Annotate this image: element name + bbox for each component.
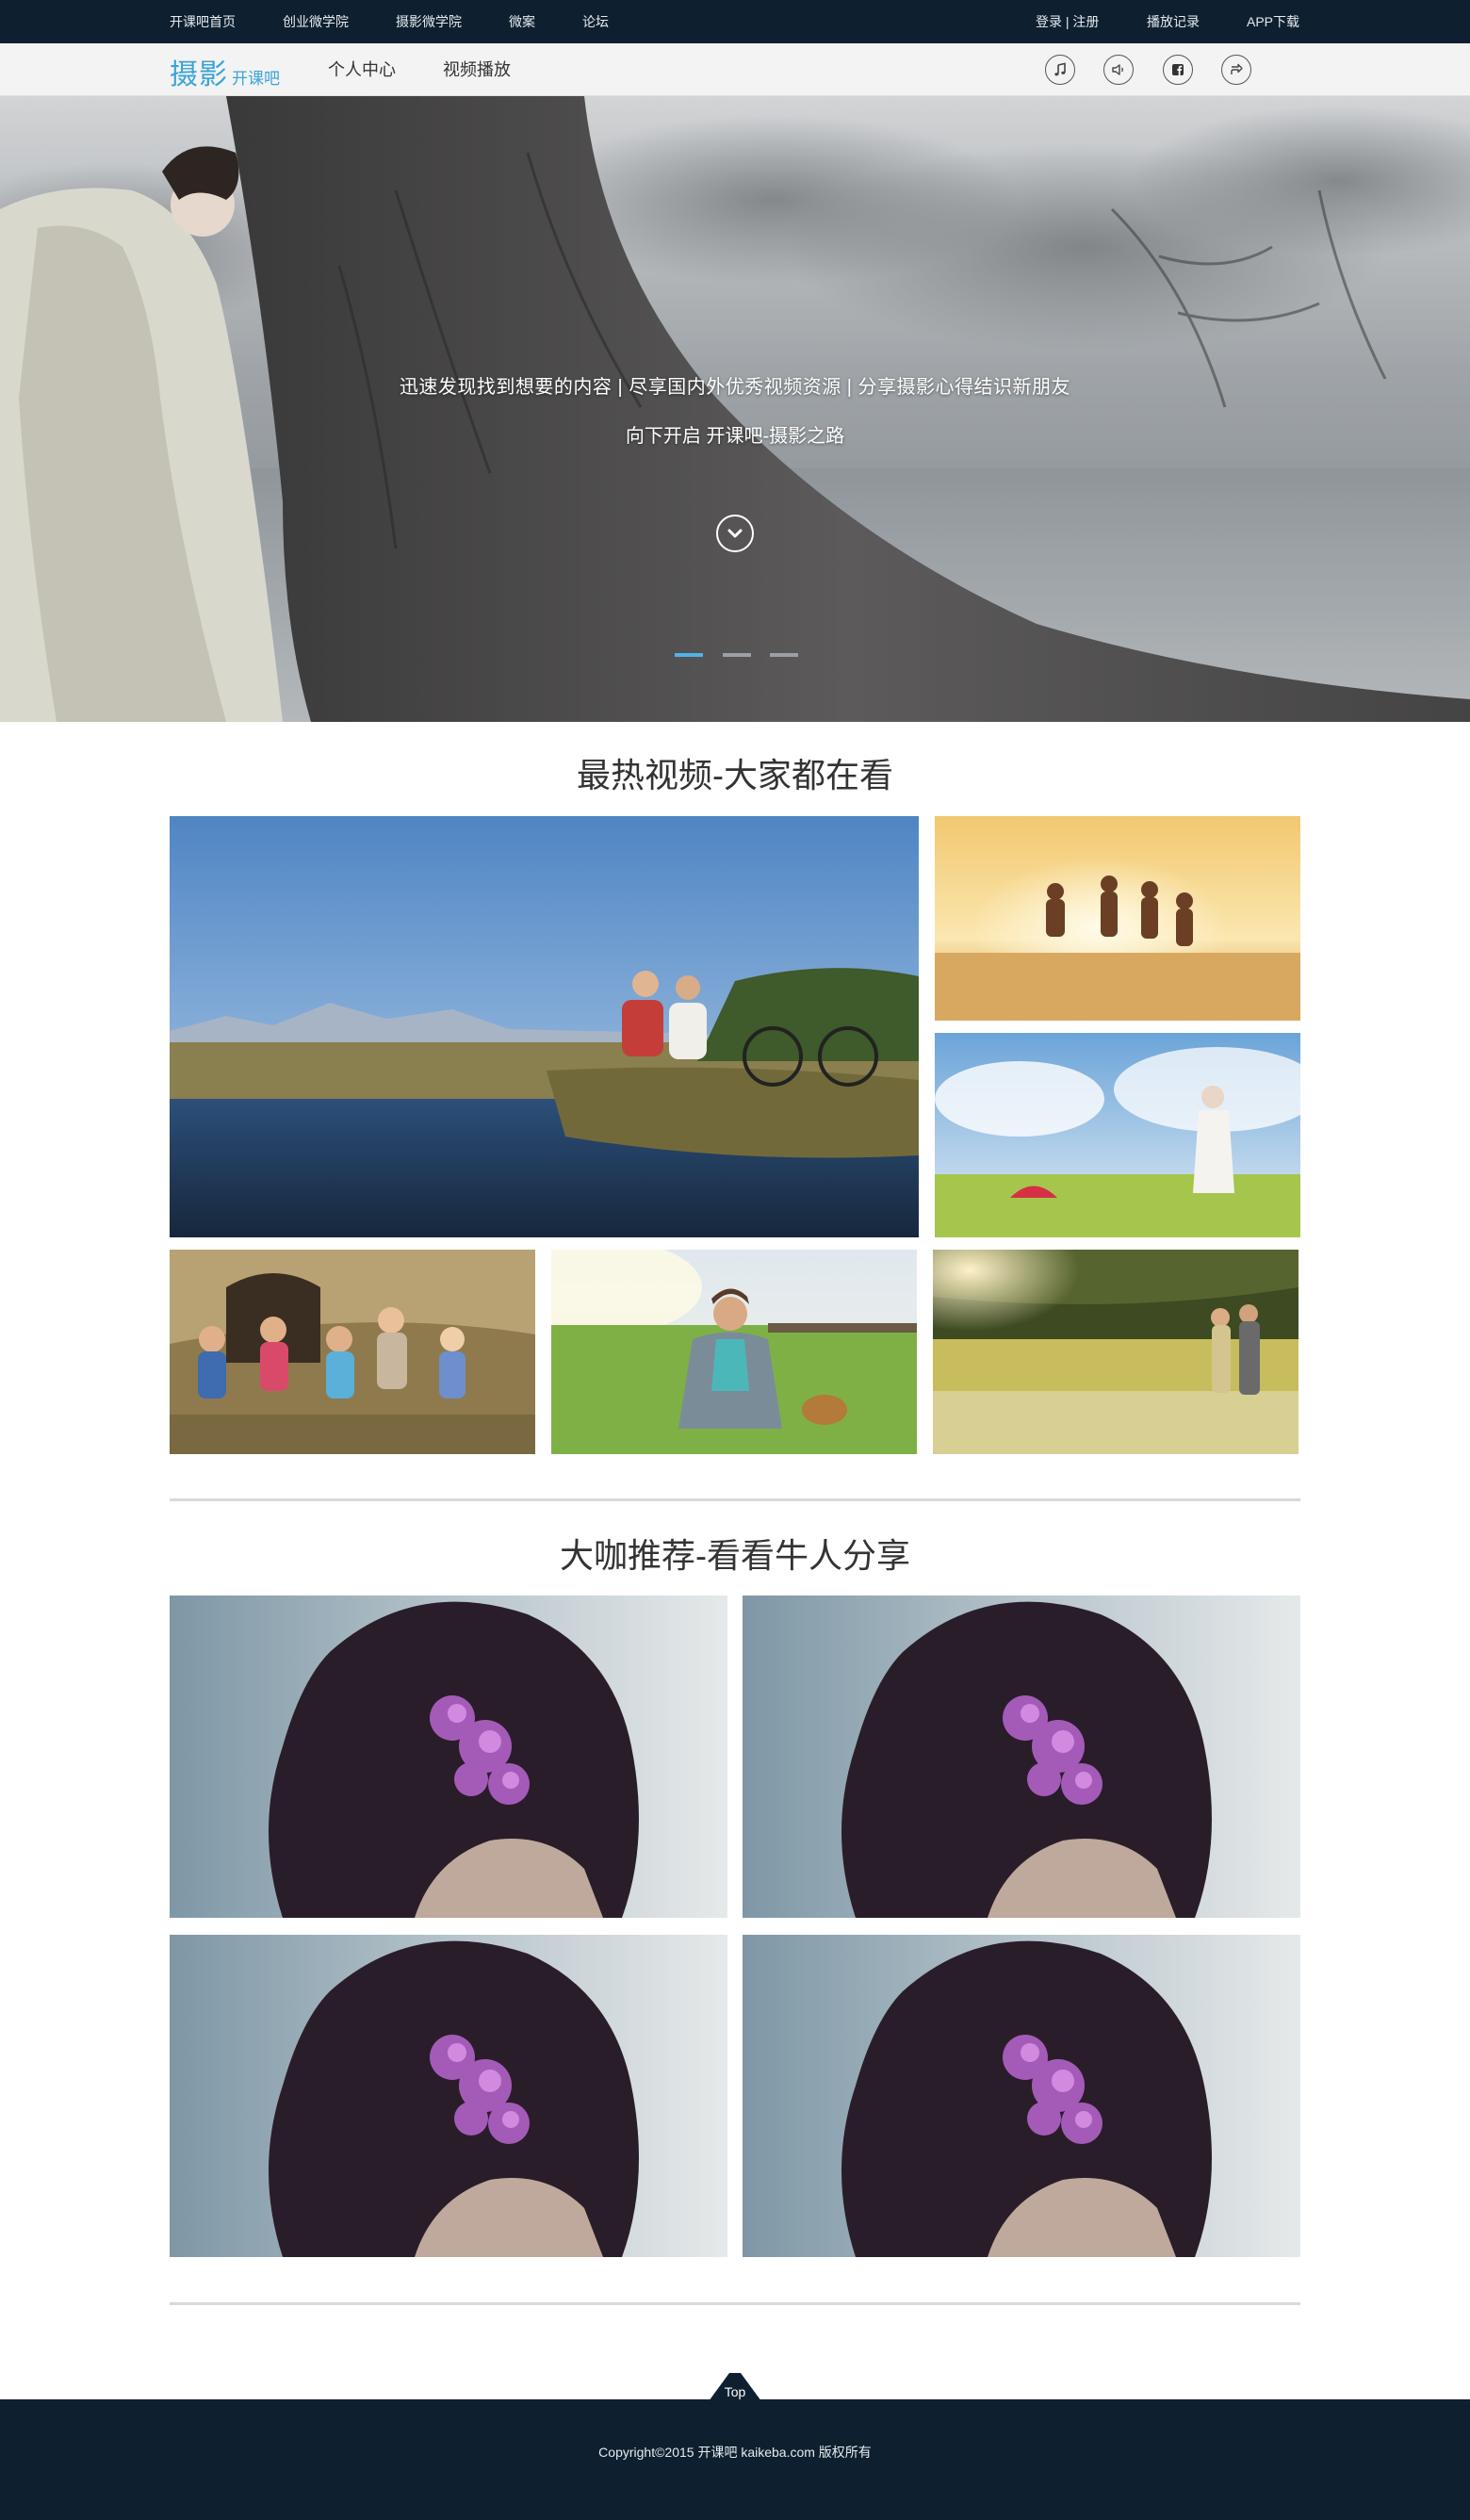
nav-link-startup-academy[interactable]: 创业微学院 <box>283 0 349 43</box>
hot-videos-title: 最热视频-大家都在看 <box>577 756 893 794</box>
slide-indicator-3[interactable] <box>770 653 798 657</box>
personal-center-link[interactable]: 个人中心 <box>328 43 396 96</box>
recommend-thumbnail-3[interactable] <box>170 1935 727 2257</box>
logo-main-text: 摄影 <box>170 58 228 91</box>
login-register-link[interactable]: 登录 | 注册 <box>1036 0 1099 43</box>
back-to-top-button[interactable]: Top <box>709 2371 761 2401</box>
slide-indicator-2[interactable] <box>723 653 751 657</box>
music-icon[interactable] <box>1045 55 1075 85</box>
copyright-text: Copyright©2015 开课吧 kaikeba.com 版权所有 <box>598 2445 872 2460</box>
section-divider-1 <box>170 1498 1300 1501</box>
chevron-down-icon <box>727 529 743 538</box>
recommend-title: 大咖推荐-看看牛人分享 <box>560 1536 910 1575</box>
video-thumbnail-girl-grass[interactable] <box>551 1250 917 1454</box>
app-download-link[interactable]: APP下载 <box>1247 0 1299 43</box>
video-thumbnail-beach-jump[interactable] <box>935 816 1300 1021</box>
nav-link-forum[interactable]: 论坛 <box>582 0 609 43</box>
scroll-down-button[interactable] <box>716 515 754 552</box>
slide-indicator-1[interactable] <box>675 653 703 657</box>
hero-tagline: 迅速发现找到想要的内容 | 尽享国内外优秀视频资源 | 分享摄影心得结识新朋友 <box>399 377 1071 398</box>
recommend-thumbnail-1[interactable] <box>170 1595 727 1918</box>
back-to-top-label: Top <box>724 2384 746 2399</box>
logo-sub-text: 开课吧 <box>232 70 280 89</box>
nav-link-photography-academy[interactable]: 摄影微学院 <box>396 0 462 43</box>
nav-link-kaikeba-home[interactable]: 开课吧首页 <box>170 0 236 43</box>
video-thumbnail-kids-picnic[interactable] <box>170 1250 535 1454</box>
footer: Copyright©2015 开课吧 kaikeba.com 版权所有 <box>0 2399 1470 2520</box>
share-icon[interactable] <box>1221 55 1251 85</box>
video-thumbnail-lake-hikers[interactable] <box>170 816 919 1237</box>
play-history-link[interactable]: 播放记录 <box>1147 0 1200 43</box>
section-divider-2 <box>170 2302 1300 2305</box>
hero-banner: 迅速发现找到想要的内容 | 尽享国内外优秀视频资源 | 分享摄影心得结识新朋友 … <box>0 96 1470 722</box>
sub-navigation: 摄影 开课吧 个人中心 视频播放 <box>0 43 1470 96</box>
video-thumbnail-field-umbrella[interactable] <box>935 1033 1300 1237</box>
hero-subtitle: 向下开启 开课吧-摄影之路 <box>625 426 845 447</box>
site-logo[interactable]: 摄影 开课吧 <box>170 51 280 91</box>
video-playback-link[interactable]: 视频播放 <box>443 43 511 96</box>
volume-icon[interactable] <box>1103 55 1134 85</box>
hero-background-image <box>0 96 1470 722</box>
nav-link-weian[interactable]: 微案 <box>509 0 535 43</box>
facebook-icon[interactable] <box>1163 55 1193 85</box>
recommend-thumbnail-2[interactable] <box>743 1595 1300 1918</box>
video-thumbnail-couple-field[interactable] <box>933 1250 1298 1454</box>
recommend-thumbnail-4[interactable] <box>743 1935 1300 2257</box>
top-bar: 开课吧首页 创业微学院 摄影微学院 微案 论坛 登录 | 注册 播放记录 APP… <box>0 0 1470 43</box>
